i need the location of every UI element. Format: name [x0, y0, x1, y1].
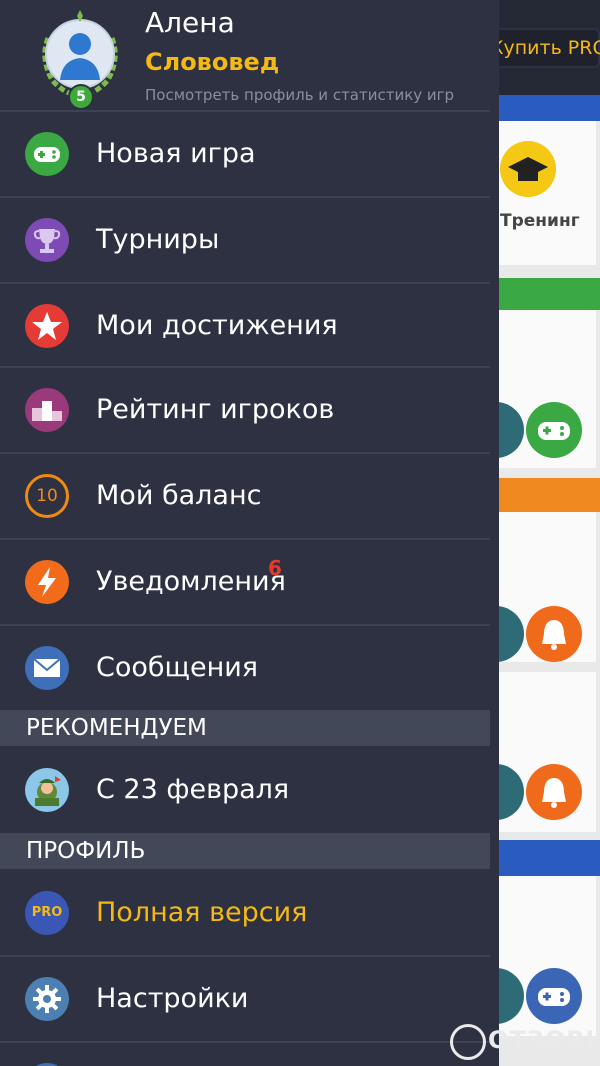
menu-item-settings[interactable]: Настройки: [0, 957, 490, 1041]
training-label: Тренинг: [500, 211, 580, 231]
lightning-icon: [25, 560, 69, 604]
menu-item-label: Мои достижения: [96, 310, 338, 341]
podium-icon: [25, 388, 69, 432]
user-rank: Слововед: [145, 48, 280, 76]
watermark-text: ОТЗОВИК: [488, 1026, 600, 1054]
pro-icon: PRO: [25, 891, 69, 935]
background-card: Тренинг: [490, 121, 596, 265]
section-header-recommend: РЕКОМЕНДУЕМ: [0, 710, 490, 746]
bell-icon[interactable]: [526, 764, 582, 820]
view-profile-link[interactable]: Посмотреть профиль и статистику игр: [145, 86, 454, 104]
menu-item-partial[interactable]: [0, 1043, 490, 1066]
gamepad-icon[interactable]: [526, 968, 582, 1024]
section-header-label: ПРОФИЛЬ: [26, 838, 146, 864]
soldier-icon: [25, 768, 69, 812]
background-card: [468, 512, 596, 662]
background-band-blue: [490, 840, 600, 876]
menu-item-balance[interactable]: 10 Мой баланс: [0, 454, 490, 538]
gamepad-icon[interactable]: [526, 402, 582, 458]
bell-icon[interactable]: [526, 606, 582, 662]
section-header-profile: ПРОФИЛЬ: [0, 833, 490, 869]
gamepad-icon: [25, 132, 69, 176]
buy-pro-button[interactable]: Купить PRO: [488, 28, 600, 68]
menu-item-label: Турниры: [96, 224, 220, 255]
watermark-logo-icon: [450, 1024, 486, 1060]
menu-item-achievements[interactable]: Мои достижения: [0, 284, 490, 368]
menu-item-full-version[interactable]: PRO Полная версия: [0, 871, 490, 955]
background-card: [468, 876, 596, 1036]
menu-item-label: С 23 февраля: [96, 774, 290, 805]
background-band-orange: [490, 478, 600, 512]
background-band-green: [490, 278, 600, 310]
navigation-drawer: 5 Алена Слововед Посмотреть профиль и ст…: [0, 0, 499, 1066]
star-icon: [25, 304, 69, 348]
menu-item-label: Сообщения: [96, 652, 259, 683]
trophy-icon: [25, 218, 69, 262]
menu-item-label: Рейтинг игроков: [96, 394, 335, 425]
notifications-count-badge: 6: [268, 556, 282, 580]
envelope-icon: [25, 646, 69, 690]
menu-item-messages[interactable]: Сообщения: [0, 626, 490, 710]
menu-item-player-rating[interactable]: Рейтинг игроков: [0, 368, 490, 452]
menu-item-label: Настройки: [96, 983, 249, 1014]
background-band-blue: [490, 95, 600, 121]
menu-item-label: Полная версия: [96, 897, 308, 928]
menu-item-feb-23[interactable]: С 23 февраля: [0, 748, 490, 832]
menu-item-notifications[interactable]: Уведомления 6: [0, 540, 490, 624]
coin-icon: 10: [25, 474, 69, 518]
menu-item-label: Новая игра: [96, 138, 256, 169]
menu-item-new-game[interactable]: Новая игра: [0, 112, 490, 196]
level-badge: 5: [68, 84, 94, 110]
menu-item-label: Уведомления: [96, 566, 286, 597]
background-card: [468, 672, 596, 832]
profile-header[interactable]: 5 Алена Слововед Посмотреть профиль и ст…: [0, 0, 499, 110]
gear-icon: [25, 977, 69, 1021]
user-name: Алена: [145, 6, 235, 39]
menu-item-tournaments[interactable]: Турниры: [0, 198, 490, 282]
graduation-cap-icon[interactable]: [500, 141, 556, 197]
pro-icon-text: PRO: [31, 905, 63, 920]
menu-item-label: Мой баланс: [96, 480, 262, 511]
background-card: [468, 310, 596, 468]
coin-value: 10: [36, 486, 58, 506]
section-header-label: РЕКОМЕНДУЕМ: [26, 715, 207, 741]
